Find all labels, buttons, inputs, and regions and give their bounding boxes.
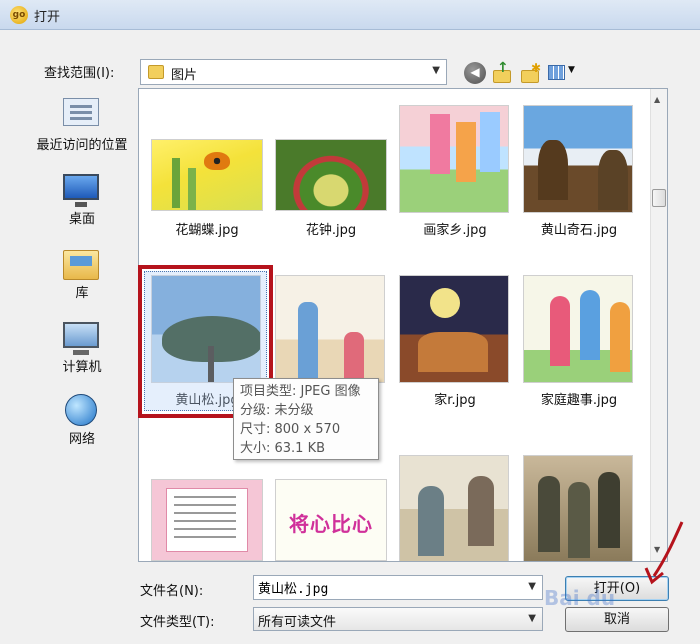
- filetype-label: 文件类型(T):: [140, 615, 215, 630]
- app-icon: go: [10, 6, 28, 24]
- filename-combo[interactable]: ▼: [253, 575, 543, 600]
- file-thumbnail: [275, 139, 387, 211]
- file-item[interactable]: 花钟.jpg: [269, 99, 393, 249]
- file-item[interactable]: [517, 439, 641, 561]
- file-thumbnail: [523, 275, 633, 383]
- arrow-up-icon: ↑: [497, 60, 509, 76]
- file-thumbnail: [151, 479, 263, 561]
- file-thumbnail: 将心比心: [275, 479, 387, 561]
- file-item[interactable]: 家庭趣事.jpg: [517, 269, 641, 419]
- watermark-text: Bai du: [544, 586, 616, 610]
- scroll-down-icon[interactable]: ▼: [654, 545, 660, 554]
- file-name: 家庭趣事.jpg: [540, 393, 618, 408]
- place-label: 网络: [68, 432, 95, 447]
- filename-input[interactable]: [258, 578, 518, 597]
- place-label: 最近访问的位置: [36, 138, 128, 153]
- file-thumbnail: [523, 455, 633, 561]
- place-label: 计算机: [62, 360, 102, 375]
- view-grid-icon: [548, 65, 565, 80]
- filetype-value: 所有可读文件: [258, 615, 337, 630]
- tooltip-size: 大小: 63.1 KB: [240, 441, 326, 456]
- place-computer[interactable]: 计算机: [30, 316, 134, 386]
- vertical-scrollbar[interactable]: ▲ ▼: [650, 89, 667, 561]
- desktop-icon: [63, 174, 99, 207]
- file-name: 家r.jpg: [434, 393, 476, 408]
- view-menu-button[interactable]: ▼: [548, 62, 580, 84]
- arrow-left-icon: ◀: [470, 65, 480, 79]
- tooltip-type: 项目类型: JPEG 图像: [240, 384, 361, 399]
- new-folder-button[interactable]: ✱: [520, 61, 542, 84]
- recent-places-icon: [63, 98, 99, 126]
- chevron-down-icon: ▼: [432, 65, 440, 76]
- place-recent[interactable]: 最近访问的位置: [30, 90, 134, 160]
- tooltip-dimensions: 尺寸: 800 x 570: [240, 422, 341, 437]
- cancel-button[interactable]: 取消: [565, 607, 669, 632]
- thumbnail-text: 将心比心: [289, 512, 373, 536]
- window-title: 打开: [34, 10, 61, 25]
- file-thumbnail: [399, 455, 509, 561]
- file-name: 花钟.jpg: [305, 223, 357, 238]
- place-label: 桌面: [68, 212, 95, 227]
- places-bar: 最近访问的位置 桌面 库 计算机 网络: [30, 90, 134, 476]
- up-folder-button[interactable]: ↑: [492, 60, 514, 84]
- file-thumbnail: [523, 105, 633, 213]
- file-name: 黄山奇石.jpg: [540, 223, 618, 238]
- lookin-label: 查找范围(I):: [44, 66, 115, 81]
- scroll-up-icon[interactable]: ▲: [654, 95, 660, 104]
- chevron-down-icon: ▼: [568, 65, 575, 75]
- file-thumbnail: [275, 275, 385, 383]
- filename-label: 文件名(N):: [140, 584, 204, 599]
- place-library[interactable]: 库: [30, 242, 134, 312]
- file-tooltip: 项目类型: JPEG 图像 分级: 未分级 尺寸: 800 x 570 大小: …: [233, 378, 379, 460]
- file-thumbnail: [399, 275, 509, 383]
- file-item[interactable]: 黄山奇石.jpg: [517, 99, 641, 249]
- folder-icon: [148, 65, 164, 79]
- computer-icon: [63, 322, 99, 355]
- title-bar: go 打开: [0, 0, 700, 30]
- sparkle-icon: ✱: [531, 61, 542, 75]
- file-thumbnail: [151, 139, 263, 211]
- tooltip-rating: 分级: 未分级: [240, 403, 314, 418]
- chevron-down-icon[interactable]: ▼: [528, 581, 536, 592]
- file-item[interactable]: 花蝴蝶.jpg: [145, 99, 269, 249]
- lookin-value: 图片: [171, 68, 198, 83]
- place-desktop[interactable]: 桌面: [30, 168, 134, 238]
- file-name: 花蝴蝶.jpg: [175, 223, 239, 238]
- scroll-thumb[interactable]: [652, 189, 666, 207]
- file-thumbnail: [151, 275, 261, 383]
- back-button[interactable]: ◀: [464, 62, 486, 84]
- file-list[interactable]: 花蝴蝶.jpg 花钟.jpg 画家乡.jpg 黄山奇石.jpg 黄山松.jpg …: [138, 88, 668, 562]
- file-name: 画家乡.jpg: [423, 223, 487, 238]
- file-thumbnail: [399, 105, 509, 213]
- chevron-down-icon: ▼: [528, 613, 536, 624]
- place-network[interactable]: 网络: [30, 388, 134, 458]
- file-item[interactable]: 家r.jpg: [393, 269, 517, 419]
- file-item[interactable]: 画家乡.jpg: [393, 99, 517, 249]
- place-label: 库: [75, 286, 89, 301]
- file-item[interactable]: [393, 439, 517, 561]
- network-icon: [65, 394, 97, 426]
- filetype-select[interactable]: 所有可读文件 ▼: [253, 607, 543, 631]
- library-icon: [63, 250, 99, 280]
- lookin-combo[interactable]: 图片 ▼: [140, 59, 447, 85]
